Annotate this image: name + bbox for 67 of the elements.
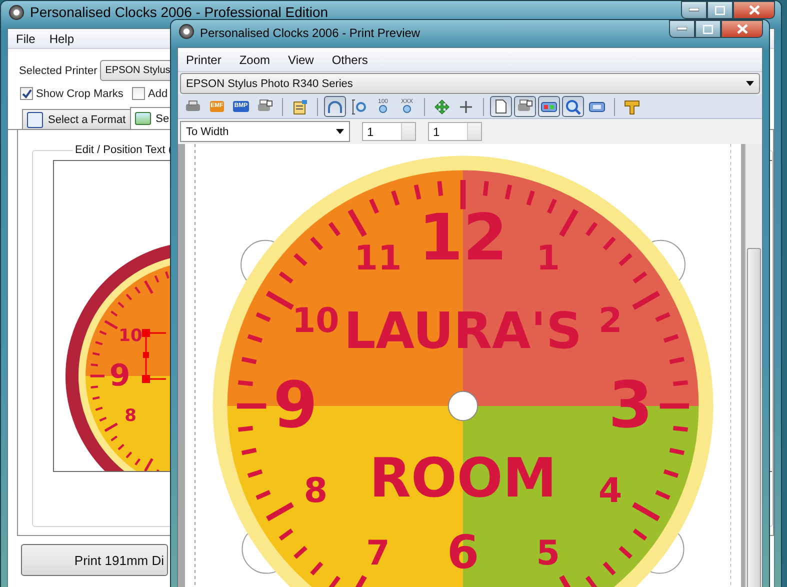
clock-word: ROOM [369,446,557,510]
checkbox[interactable] [132,87,145,100]
printer-icon [257,99,273,114]
clock-numeral: 9 [109,358,130,394]
selection-frame[interactable] [142,329,167,383]
clock-numeral: 1 [536,238,560,279]
toolbar-button[interactable] [324,96,346,117]
printer-icon [517,99,533,114]
clock-numeral: 2 [598,300,622,341]
clock-numeral: 8 [304,471,328,512]
clock-numeral: 10 [292,300,340,341]
clock-numeral: 4 [598,471,622,512]
toolbar-button[interactable] [562,96,584,117]
maximize-button[interactable] [707,1,733,19]
zoom-dropdown[interactable]: To Width [180,121,350,142]
clock-app-icon [9,5,24,20]
close-button[interactable] [733,1,775,19]
tab[interactable]: Select a Format [22,109,131,129]
checkbox-label: Add [148,88,168,100]
menu-item[interactable]: File [16,32,36,46]
plus-icon [459,100,473,114]
ruler-icon [624,98,640,114]
checkbox[interactable] [20,87,33,100]
printer-label: Selected Printer [19,64,98,76]
close-icon [736,24,748,34]
scroll-thumb[interactable] [747,248,761,587]
toolbar-button[interactable] [490,96,512,117]
clock-app-icon [179,24,194,39]
minimize-icon [677,27,687,31]
clock-numeral: 10 [118,326,142,346]
close-icon [748,5,760,15]
toolbar-button[interactable] [538,96,560,117]
clock-numeral: 12 [418,201,508,276]
clock-word: LAURA'S [344,302,582,360]
maximize-button[interactable] [695,20,721,38]
printer-dropdown[interactable]: EPSON Stylus Photo R340 Series [180,73,760,94]
menu-item[interactable]: Printer [186,52,222,66]
clock-numeral: 9 [273,369,318,443]
page-icon [495,99,507,114]
close-button[interactable] [721,20,763,38]
print-button[interactable]: Print 191mm Di [21,544,168,576]
number-spinner[interactable]: 1 [362,122,416,141]
menu-item[interactable]: Zoom [239,52,270,66]
minimize-button[interactable] [669,20,695,38]
window-title: Personalised Clocks 2006 - Professional Edition [30,4,328,21]
minimize-button[interactable] [681,1,707,19]
window-title: Personalised Clocks 2006 - Print Preview [200,25,420,42]
scroll-bar[interactable] [745,144,762,587]
menu-item[interactable]: Help [49,32,74,46]
fit-height-icon [351,98,367,114]
clock-numeral: 6 [447,524,479,579]
page-setup-icon [292,98,308,114]
minimize-icon [689,8,699,12]
toolbar-button[interactable] [514,96,536,117]
move-icon [434,98,450,114]
menu-item[interactable]: Others [332,52,368,66]
image-icon [134,112,151,125]
clock-numeral: 5 [536,533,560,574]
clock-numeral: 11 [354,238,402,279]
number-spinner[interactable]: 1 [428,122,482,141]
magnifier-icon [565,98,581,114]
checkbox-label: Show Crop Marks [36,88,124,100]
arch-icon [327,100,343,114]
clock-numeral: 7 [366,533,390,574]
print-icon [185,100,201,114]
menu-item[interactable]: View [288,52,314,66]
clock-numeral: 8 [124,406,136,426]
